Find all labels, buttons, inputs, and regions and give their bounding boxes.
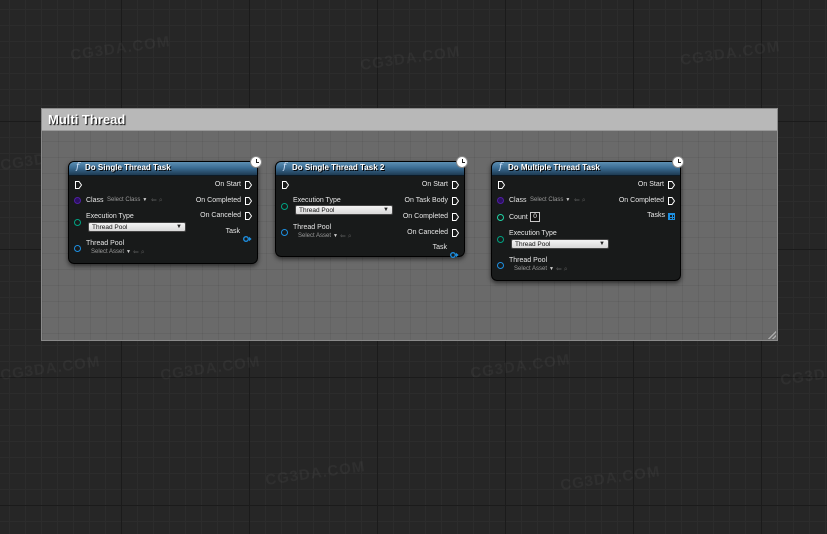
node-header[interactable]: f Do Multiple Thread Task [492, 162, 680, 176]
node-header[interactable]: f Do Single Thread Task [69, 162, 257, 176]
execution-type-value: Thread Pool [299, 207, 335, 214]
execution-type-value: Thread Pool [92, 224, 128, 231]
comment-header[interactable]: Multi Thread [42, 109, 777, 131]
resize-grip-icon[interactable] [768, 331, 776, 339]
exec-pin-icon[interactable] [452, 181, 459, 189]
watermark: CG3DA.COM [264, 458, 366, 489]
execution-type-pin-icon[interactable] [497, 236, 504, 243]
thread-pool-select[interactable]: Select Asset ▼ [514, 266, 554, 272]
thread-pool-select[interactable]: Select Asset ▼ [91, 249, 131, 255]
execution-type-value: Thread Pool [515, 241, 551, 248]
exec-pin-icon[interactable] [498, 181, 505, 189]
output-on-start: On Start [214, 181, 241, 188]
count-pin-icon[interactable] [497, 214, 504, 221]
exec-pin-icon[interactable] [282, 181, 289, 189]
class-select[interactable]: Select Class ▼ [107, 197, 147, 203]
class-label: Class [86, 197, 104, 204]
execution-type-pin-icon[interactable] [74, 219, 81, 226]
browse-icon[interactable]: ⇐ ⌕ [151, 196, 163, 205]
function-icon: f [76, 162, 80, 172]
comment-title: Multi Thread [48, 112, 126, 127]
tasks-array-pin-icon[interactable] [668, 213, 675, 220]
watermark: CG3DA.COM [679, 38, 781, 69]
browse-icon[interactable]: ⇐ ⌕ [340, 232, 352, 241]
task-pin-icon[interactable] [450, 245, 459, 258]
output-tasks: Tasks [647, 212, 665, 219]
chevron-down-icon: ▼ [176, 224, 182, 230]
node-header[interactable]: f Do Single Thread Task 2 [276, 162, 464, 176]
class-pin-icon[interactable] [74, 197, 81, 204]
execution-type-label: Execution Type [86, 213, 134, 220]
node-title: Do Multiple Thread Task [508, 163, 600, 172]
count-label: Count [509, 214, 528, 221]
output-on-completed: On Completed [195, 197, 241, 204]
exec-pin-icon[interactable] [245, 212, 252, 220]
exec-pin-icon[interactable] [668, 197, 675, 205]
watermark: CG3DA.COM [779, 358, 827, 389]
execution-type-dropdown[interactable]: Thread Pool ▼ [511, 239, 609, 249]
execution-type-label: Execution Type [293, 197, 341, 204]
node-title: Do Single Thread Task [85, 163, 171, 172]
watermark: CG3DA.COM [559, 463, 661, 494]
output-task: Task [225, 228, 240, 235]
output-on-canceled: On Canceled [407, 229, 448, 236]
output-on-task-body: On Task Body [404, 197, 448, 204]
browse-icon[interactable]: ⇐ ⌕ [133, 248, 145, 257]
clock-icon [250, 156, 262, 168]
exec-pin-icon[interactable] [452, 197, 459, 205]
thread-pool-pin-icon[interactable] [74, 245, 81, 252]
class-label: Class [509, 197, 527, 204]
exec-pin-icon[interactable] [668, 181, 675, 189]
watermark: CG3DA.COM [469, 351, 571, 382]
function-icon: f [283, 162, 287, 172]
thread-pool-label: Thread Pool [293, 224, 332, 231]
node-do-multiple-thread-task[interactable]: f Do Multiple Thread Task Class Select C… [491, 161, 681, 281]
output-task: Task [432, 244, 447, 251]
browse-icon[interactable]: ⇐ ⌕ [556, 265, 568, 274]
function-icon: f [499, 162, 503, 172]
task-pin-icon[interactable] [243, 229, 252, 242]
node-title: Do Single Thread Task 2 [292, 163, 385, 172]
thread-pool-label: Thread Pool [509, 257, 548, 264]
execution-type-dropdown[interactable]: Thread Pool ▼ [88, 222, 186, 232]
chevron-down-icon: ▼ [383, 207, 389, 213]
class-select[interactable]: Select Class ▼ [530, 197, 570, 203]
output-on-completed: On Completed [402, 213, 448, 220]
class-pin-icon[interactable] [497, 197, 504, 204]
execution-type-label: Execution Type [509, 230, 557, 237]
thread-pool-pin-icon[interactable] [281, 229, 288, 236]
watermark: CG3DA.COM [0, 353, 101, 384]
exec-pin-icon[interactable] [245, 197, 252, 205]
count-input[interactable]: 0 [530, 212, 540, 222]
thread-pool-select[interactable]: Select Asset ▼ [298, 233, 338, 239]
clock-icon [456, 156, 468, 168]
execution-type-pin-icon[interactable] [281, 203, 288, 210]
node-do-single-thread-task[interactable]: f Do Single Thread Task Class Select Cla… [68, 161, 258, 264]
execution-type-dropdown[interactable]: Thread Pool ▼ [295, 205, 393, 215]
output-on-start: On Start [637, 181, 664, 188]
browse-icon[interactable]: ⇐ ⌕ [574, 196, 586, 205]
watermark: CG3DA.COM [359, 43, 461, 74]
watermark: CG3DA.COM [159, 353, 261, 384]
output-on-start: On Start [421, 181, 448, 188]
watermark: CG3DA.COM [69, 33, 171, 64]
exec-pin-icon[interactable] [452, 213, 459, 221]
exec-pin-icon[interactable] [75, 181, 82, 189]
output-on-completed: On Completed [618, 197, 664, 204]
output-on-canceled: On Canceled [200, 212, 241, 219]
exec-pin-icon[interactable] [245, 181, 252, 189]
chevron-down-icon: ▼ [599, 241, 605, 247]
node-do-single-thread-task-2[interactable]: f Do Single Thread Task 2 Execution Type… [275, 161, 465, 258]
thread-pool-label: Thread Pool [86, 240, 125, 247]
exec-pin-icon[interactable] [452, 229, 459, 237]
clock-icon [672, 156, 684, 168]
thread-pool-pin-icon[interactable] [497, 262, 504, 269]
